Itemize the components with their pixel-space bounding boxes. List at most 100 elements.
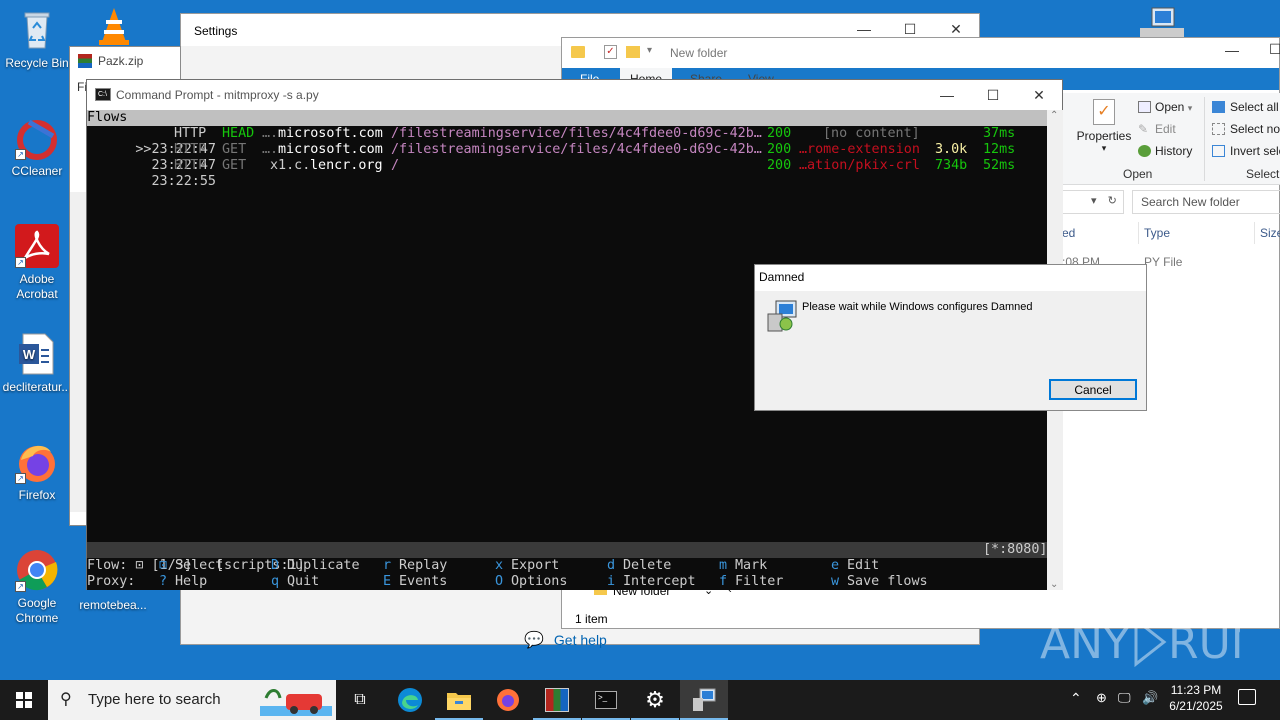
- start-button[interactable]: [0, 680, 48, 720]
- vlc-icon[interactable]: [96, 6, 132, 46]
- cmd-titlebar[interactable]: C:\ Command Prompt - mitmproxy -s a.py —…: [87, 80, 1062, 110]
- tray-network-icon[interactable]: ⊕: [1096, 690, 1107, 706]
- invert-selection-button[interactable]: Invert sele: [1212, 144, 1280, 158]
- firefox-taskbar-icon[interactable]: [484, 680, 532, 720]
- installer-taskbar-icon[interactable]: [680, 680, 728, 720]
- task-view-button[interactable]: ⧉: [336, 680, 384, 720]
- flow-content: …ation/pkix-crl: [799, 158, 920, 173]
- folder-icon: [571, 46, 585, 58]
- flow-marker: [135, 174, 151, 189]
- cmd-minimize-button[interactable]: —: [924, 80, 970, 110]
- cmd-taskbar-icon[interactable]: >_: [582, 680, 630, 720]
- select-all-icon: [1212, 101, 1225, 113]
- tray-volume-icon[interactable]: 🔊: [1142, 690, 1158, 706]
- key-hint-label: Options: [511, 574, 568, 589]
- tray-monitor-icon[interactable]: 🖵: [1118, 690, 1131, 706]
- explorer-title: New folder: [670, 46, 728, 60]
- select-none-button[interactable]: Select nor: [1212, 122, 1280, 136]
- taskbar-search[interactable]: ⚲ Type here to search: [48, 680, 336, 720]
- desktop-icon-decliteratur[interactable]: W decliteratur...: [0, 332, 74, 395]
- desktop-icon-label: Adobe Acrobat: [16, 272, 58, 301]
- explorer-titlebar[interactable]: ✓ ▾ New folder — ☐: [562, 38, 1280, 68]
- properties-button[interactable]: ✓ Properties ▾: [1076, 99, 1132, 154]
- tray-chevron-icon[interactable]: ⌃: [1070, 690, 1082, 707]
- open-button[interactable]: Open ▾: [1138, 100, 1192, 114]
- key-hint-key: D: [271, 558, 280, 573]
- explorer-minimize-button[interactable]: —: [1225, 42, 1239, 58]
- scroll-up-icon[interactable]: ⌃: [1050, 110, 1058, 121]
- properties-check-icon[interactable]: ✓: [604, 45, 617, 59]
- column-header-modified[interactable]: ed: [1062, 226, 1075, 240]
- key-hint-key: O: [495, 574, 504, 589]
- search-box[interactable]: Search New folder: [1132, 190, 1280, 214]
- cmd-maximize-button[interactable]: ☐: [970, 80, 1016, 110]
- firefox-icon: ↗: [15, 440, 59, 484]
- invert-selection-label: Invert sele: [1230, 144, 1280, 158]
- file-explorer-taskbar-icon[interactable]: [435, 680, 483, 720]
- column-header-type[interactable]: Type: [1144, 226, 1170, 240]
- select-all-button[interactable]: Select all: [1212, 100, 1279, 114]
- desktop-icon-installer[interactable]: [1140, 6, 1184, 38]
- key-hint-key: ⊡: [159, 558, 168, 573]
- column-header-size[interactable]: Size: [1260, 226, 1280, 240]
- key-hint-key: e: [831, 558, 840, 573]
- new-folder-icon[interactable]: [626, 46, 640, 58]
- shortcut-arrow-icon: ↗: [15, 473, 26, 484]
- flow-proto: HTTP: [174, 158, 207, 173]
- damned-installer-dialog[interactable]: Damned Please wait while Windows configu…: [754, 264, 1147, 411]
- desktop-icon-adobe-acrobat[interactable]: ↗ Adobe Acrobat: [0, 224, 74, 302]
- desktop-icon-firefox[interactable]: ↗ Firefox: [0, 440, 74, 503]
- flow-size: 3.0k: [935, 142, 968, 157]
- select-none-label: Select nor: [1230, 122, 1280, 136]
- help-link[interactable]: 💬 Get help: [524, 630, 607, 650]
- installer-icon: [766, 300, 798, 332]
- refresh-icon[interactable]: ↻: [1108, 195, 1117, 207]
- dialog-titlebar[interactable]: Damned: [755, 265, 1146, 291]
- flow-content: [no content]: [823, 126, 920, 141]
- tray-clock[interactable]: 11:23 PM 6/21/2025: [1163, 683, 1229, 713]
- notification-center-icon[interactable]: [1238, 689, 1256, 705]
- key-hint-key: f: [719, 574, 728, 589]
- cmd-icon: C:\: [95, 88, 111, 101]
- qat-dropdown-icon[interactable]: ▾: [647, 45, 652, 56]
- pazk-title: Pazk.zip: [98, 54, 144, 68]
- chrome-icon: ↗: [15, 548, 59, 592]
- edit-button[interactable]: ✎ Edit: [1138, 122, 1176, 136]
- keys-row1-label: Flow:: [87, 558, 128, 573]
- desktop-icon-recycle-bin[interactable]: Recycle Bin: [0, 8, 74, 71]
- status-bar-item-count: 1 item: [575, 612, 608, 626]
- desktop-icon-remotebea[interactable]: remotebea...: [75, 598, 151, 612]
- file-row-type[interactable]: PY File: [1144, 255, 1182, 269]
- scroll-down-icon[interactable]: ⌄: [1050, 579, 1058, 590]
- key-hint-label: Help: [175, 574, 208, 589]
- ccleaner-icon: ↗: [15, 116, 59, 160]
- settings-taskbar-icon[interactable]: ⚙: [631, 680, 679, 720]
- flow-status: 200: [767, 158, 792, 173]
- flow-host: microsoft.com: [278, 142, 383, 157]
- flow-status: 200: [767, 126, 792, 141]
- key-hint-label: Duplicate: [287, 558, 360, 573]
- key-hint-label: Events: [399, 574, 448, 589]
- search-icon: ⚲: [60, 691, 72, 708]
- address-bar-tail[interactable]: ▾ ↻: [1062, 190, 1124, 214]
- desktop-icon-google-chrome[interactable]: ↗ Google Chrome: [0, 548, 74, 626]
- winrar-taskbar-icon[interactable]: [533, 680, 581, 720]
- flow-time: 23:22:55: [151, 174, 217, 189]
- open-label: Open: [1155, 100, 1185, 114]
- key-hint-label: Save flows: [847, 574, 928, 589]
- desktop-icon-label: remotebea...: [79, 598, 147, 612]
- shortcut-arrow-icon: ↗: [15, 257, 26, 268]
- key-hint-label: Mark: [735, 558, 768, 573]
- edit-label: Edit: [1155, 122, 1176, 136]
- desktop-icon-ccleaner[interactable]: ↗ CCleaner: [0, 116, 74, 179]
- column-divider: [1254, 222, 1255, 244]
- edge-taskbar-icon[interactable]: [386, 680, 434, 720]
- address-dropdown-icon[interactable]: ▾: [1091, 195, 1097, 207]
- explorer-maximize-button[interactable]: ☐: [1269, 41, 1280, 58]
- key-hint-key: E: [383, 574, 392, 589]
- history-button[interactable]: History: [1138, 144, 1192, 158]
- cmd-close-button[interactable]: ✕: [1016, 80, 1062, 110]
- pazk-titlebar[interactable]: Pazk.zip: [70, 47, 180, 75]
- properties-label: Properties: [1076, 129, 1132, 143]
- cancel-button[interactable]: Cancel: [1049, 379, 1137, 400]
